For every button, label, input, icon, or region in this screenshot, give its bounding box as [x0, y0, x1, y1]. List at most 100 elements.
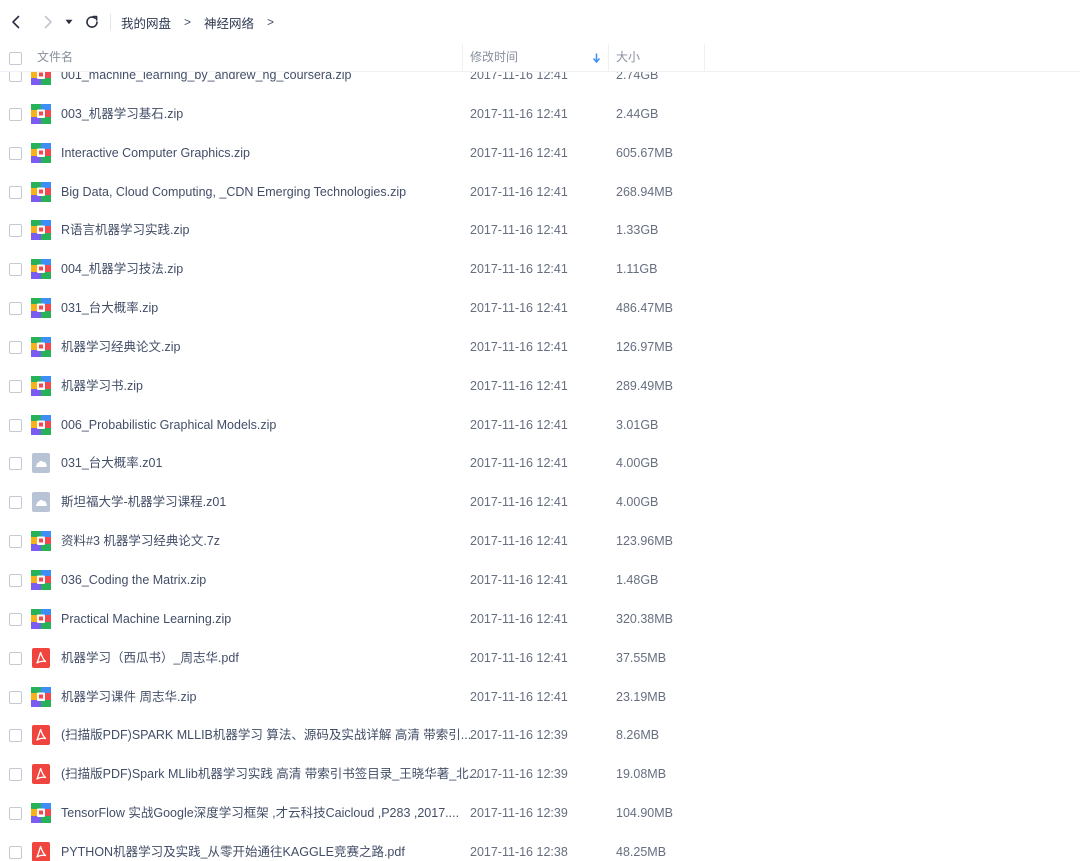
- file-row[interactable]: 机器学习经典论文.zip 2017-11-16 12:41 126.97MB: [0, 328, 1080, 367]
- file-row[interactable]: TensorFlow 实战Google深度学习框架 ,才云科技Caicloud …: [0, 794, 1080, 833]
- column-divider[interactable]: [608, 44, 609, 71]
- row-checkbox[interactable]: [9, 690, 22, 704]
- file-name[interactable]: (扫描版PDF)Spark MLlib机器学习实践 高清 带索引书签目录_王晓华…: [61, 755, 479, 794]
- generic-file-icon: [31, 453, 51, 474]
- zip-icon: [31, 608, 51, 629]
- file-name[interactable]: Practical Machine Learning.zip: [61, 600, 231, 639]
- back-button[interactable]: [4, 10, 28, 34]
- file-name[interactable]: Big Data, Cloud Computing, _CDN Emerging…: [61, 173, 406, 212]
- zip-icon: [31, 803, 51, 824]
- zip-icon: [31, 103, 51, 124]
- file-name[interactable]: 031_台大概率.zip: [61, 289, 158, 328]
- file-row[interactable]: (扫描版PDF)SPARK MLLIB机器学习 算法、源码及实战详解 高清 带索…: [0, 716, 1080, 755]
- file-name[interactable]: PYTHON机器学习及实践_从零开始通往KAGGLE竞赛之路.pdf: [61, 833, 405, 861]
- toolbar-separator: [110, 14, 111, 30]
- file-name[interactable]: 机器学习经典论文.zip: [61, 328, 180, 367]
- row-checkbox[interactable]: [9, 496, 22, 510]
- file-modified-time: 2017-11-16 12:41: [470, 262, 568, 277]
- column-divider[interactable]: [704, 44, 705, 71]
- sort-down-arrow-icon[interactable]: [592, 53, 601, 63]
- row-checkbox[interactable]: [9, 729, 22, 743]
- row-checkbox[interactable]: [9, 107, 22, 121]
- file-row[interactable]: PYTHON机器学习及实践_从零开始通往KAGGLE竞赛之路.pdf 2017-1…: [0, 833, 1080, 861]
- file-row[interactable]: Practical Machine Learning.zip 2017-11-16…: [0, 600, 1080, 639]
- file-name[interactable]: 机器学习书.zip: [61, 367, 143, 406]
- file-name[interactable]: 004_机器学习技法.zip: [61, 250, 183, 289]
- column-divider[interactable]: [462, 44, 463, 71]
- row-checkbox[interactable]: [9, 807, 22, 821]
- file-name[interactable]: (扫描版PDF)SPARK MLLIB机器学习 算法、源码及实战详解 高清 带索…: [61, 716, 471, 755]
- file-name[interactable]: 斯坦福大学-机器学习课程.z01: [61, 483, 226, 522]
- breadcrumb-current[interactable]: 神经网络: [204, 13, 254, 32]
- file-modified-time: 2017-11-16 12:41: [470, 456, 568, 471]
- file-row[interactable]: 斯坦福大学-机器学习课程.z01 2017-11-16 12:41 4.00GB: [0, 483, 1080, 522]
- file-size: 605.67MB: [616, 145, 673, 160]
- file-row[interactable]: 006_Probabilistic Graphical Models.zip 20…: [0, 406, 1080, 445]
- file-name[interactable]: 006_Probabilistic Graphical Models.zip: [61, 406, 276, 445]
- row-checkbox[interactable]: [9, 612, 22, 626]
- row-checkbox[interactable]: [9, 146, 22, 160]
- file-row[interactable]: 机器学习（西瓜书）_周志华.pdf 2017-11-16 12:41 37.55MB: [0, 639, 1080, 678]
- column-header-name[interactable]: 文件名: [37, 44, 73, 71]
- zip-icon: [31, 531, 51, 552]
- file-row[interactable]: 003_机器学习基石.zip 2017-11-16 12:41 2.44GB: [0, 95, 1080, 134]
- row-checkbox[interactable]: [9, 845, 22, 859]
- file-row[interactable]: 031_台大概率.zip 2017-11-16 12:41 486.47MB: [0, 289, 1080, 328]
- file-size: 4.00GB: [616, 495, 659, 510]
- file-name[interactable]: Interactive Computer Graphics.zip: [61, 134, 250, 173]
- row-checkbox[interactable]: [9, 573, 22, 587]
- breadcrumb-root[interactable]: 我的网盘: [121, 13, 171, 32]
- file-name[interactable]: TensorFlow 实战Google深度学习框架 ,才云科技Caicloud …: [61, 794, 459, 833]
- select-all-checkbox[interactable]: [9, 52, 22, 65]
- column-header-size[interactable]: 大小: [616, 44, 640, 71]
- row-checkbox[interactable]: [9, 535, 22, 549]
- row-checkbox[interactable]: [9, 768, 22, 782]
- row-checkbox[interactable]: [9, 340, 22, 354]
- file-modified-time: 2017-11-16 12:41: [470, 534, 568, 549]
- file-modified-time: 2017-11-16 12:41: [470, 378, 568, 393]
- forward-button[interactable]: [36, 10, 60, 34]
- row-checkbox[interactable]: [9, 651, 22, 665]
- file-name[interactable]: 003_机器学习基石.zip: [61, 95, 183, 134]
- file-row[interactable]: 004_机器学习技法.zip 2017-11-16 12:41 1.11GB: [0, 250, 1080, 289]
- file-row[interactable]: 资料#3 机器学习经典论文.7z 2017-11-16 12:41 123.96MB: [0, 522, 1080, 561]
- file-row[interactable]: (扫描版PDF)Spark MLlib机器学习实践 高清 带索引书签目录_王晓华…: [0, 755, 1080, 794]
- pdf-icon: [31, 841, 51, 861]
- breadcrumb-separator: >: [267, 15, 275, 29]
- file-row[interactable]: 031_台大概率.z01 2017-11-16 12:41 4.00GB: [0, 444, 1080, 483]
- file-row[interactable]: 036_Coding the Matrix.zip 2017-11-16 12:4…: [0, 561, 1080, 600]
- refresh-button[interactable]: [80, 10, 104, 34]
- file-row[interactable]: 机器学习书.zip 2017-11-16 12:41 289.49MB: [0, 367, 1080, 406]
- file-row[interactable]: Big Data, Cloud Computing, _CDN Emerging…: [0, 173, 1080, 212]
- file-modified-time: 2017-11-16 12:41: [470, 611, 568, 626]
- file-name[interactable]: 机器学习课件 周志华.zip: [61, 678, 196, 717]
- row-checkbox[interactable]: [9, 457, 22, 471]
- file-name[interactable]: R语言机器学习实践.zip: [61, 211, 189, 250]
- zip-icon: [31, 259, 51, 280]
- pdf-icon: [31, 647, 51, 668]
- row-checkbox[interactable]: [9, 224, 22, 238]
- file-modified-time: 2017-11-16 12:41: [470, 339, 568, 354]
- history-dropdown-button[interactable]: [62, 10, 76, 34]
- file-row[interactable]: 机器学习课件 周志华.zip 2017-11-16 12:41 23.19MB: [0, 678, 1080, 717]
- row-checkbox[interactable]: [9, 263, 22, 277]
- column-header-time[interactable]: 修改时间: [470, 44, 518, 71]
- file-name[interactable]: 036_Coding the Matrix.zip: [61, 561, 206, 600]
- row-checkbox[interactable]: [9, 418, 22, 432]
- file-size: 126.97MB: [616, 339, 673, 354]
- file-name[interactable]: 机器学习（西瓜书）_周志华.pdf: [61, 639, 239, 678]
- caret-down-icon: [65, 19, 73, 25]
- file-size: 8.26MB: [616, 728, 660, 743]
- file-name[interactable]: 资料#3 机器学习经典论文.7z: [61, 522, 220, 561]
- file-modified-time: 2017-11-16 12:41: [470, 223, 568, 238]
- row-checkbox[interactable]: [9, 379, 22, 393]
- file-row[interactable]: R语言机器学习实践.zip 2017-11-16 12:41 1.33GB: [0, 211, 1080, 250]
- file-size: 486.47MB: [616, 301, 673, 316]
- file-size: 1.48GB: [616, 572, 659, 587]
- file-name[interactable]: 031_台大概率.z01: [61, 444, 162, 483]
- row-checkbox[interactable]: [9, 185, 22, 199]
- file-row[interactable]: Interactive Computer Graphics.zip 2017-11…: [0, 134, 1080, 173]
- file-modified-time: 2017-11-16 12:39: [470, 767, 568, 782]
- row-checkbox[interactable]: [9, 302, 22, 316]
- file-size: 268.94MB: [616, 184, 673, 199]
